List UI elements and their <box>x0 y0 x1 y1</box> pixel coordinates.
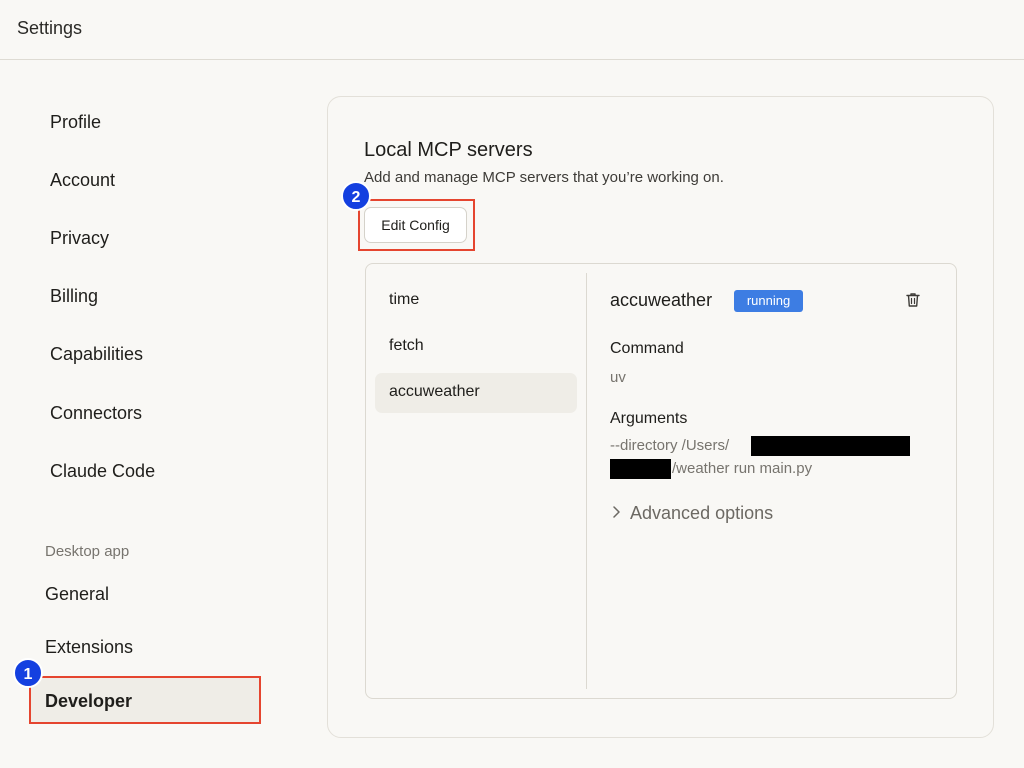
sidebar-item-privacy[interactable]: Privacy <box>50 228 109 249</box>
sidebar-item-developer-label: Developer <box>45 691 133 711</box>
trash-icon-svg <box>906 293 920 307</box>
sidebar-item-developer[interactable]: Developer <box>29 676 261 724</box>
status-badge: running <box>734 290 803 312</box>
annotation-badge-1: 1 <box>13 658 43 688</box>
advanced-options-label: Advanced options <box>630 503 774 523</box>
edit-config-button[interactable]: Edit Config <box>364 207 467 243</box>
sidebar-item-connectors[interactable]: Connectors <box>50 403 142 424</box>
server-item-fetch[interactable]: fetch <box>389 337 424 355</box>
annotation-badge-2: 2 <box>341 181 371 211</box>
redacted-path-1 <box>751 436 910 456</box>
servers-card <box>365 263 957 699</box>
arguments-line-2: /weather run main.py <box>672 460 813 477</box>
servers-divider <box>586 273 587 689</box>
server-detail-name: accuweather <box>610 290 713 310</box>
server-item-accuweather-label: accuweather <box>389 383 480 400</box>
sidebar-item-general[interactable]: General <box>45 584 109 605</box>
server-item-time[interactable]: time <box>389 291 419 309</box>
sidebar-item-billing[interactable]: Billing <box>50 286 98 307</box>
panel-subtitle: Add and manage MCP servers that you’re w… <box>364 169 724 186</box>
window-title: Settings <box>17 18 83 38</box>
command-value: uv <box>610 369 626 386</box>
advanced-options-toggle[interactable]: Advanced options <box>612 503 773 524</box>
chevron-right-icon <box>612 503 626 524</box>
command-label: Command <box>610 340 684 357</box>
sidebar-item-claude-code[interactable]: Claude Code <box>50 461 155 482</box>
panel-title: Local MCP servers <box>364 139 533 161</box>
redacted-path-2 <box>610 459 671 479</box>
sidebar-item-extensions[interactable]: Extensions <box>45 637 133 658</box>
top-bar: Settings <box>0 0 1024 60</box>
arguments-label: Arguments <box>610 410 688 427</box>
arguments-line-1: --directory /Users/ <box>610 437 730 454</box>
server-item-accuweather[interactable]: accuweather <box>375 373 577 413</box>
sidebar-section-desktop-app: Desktop app <box>45 543 130 560</box>
sidebar-item-capabilities[interactable]: Capabilities <box>50 344 143 365</box>
trash-icon[interactable] <box>904 291 922 309</box>
sidebar-item-profile[interactable]: Profile <box>50 112 101 133</box>
sidebar-item-account[interactable]: Account <box>50 170 115 191</box>
